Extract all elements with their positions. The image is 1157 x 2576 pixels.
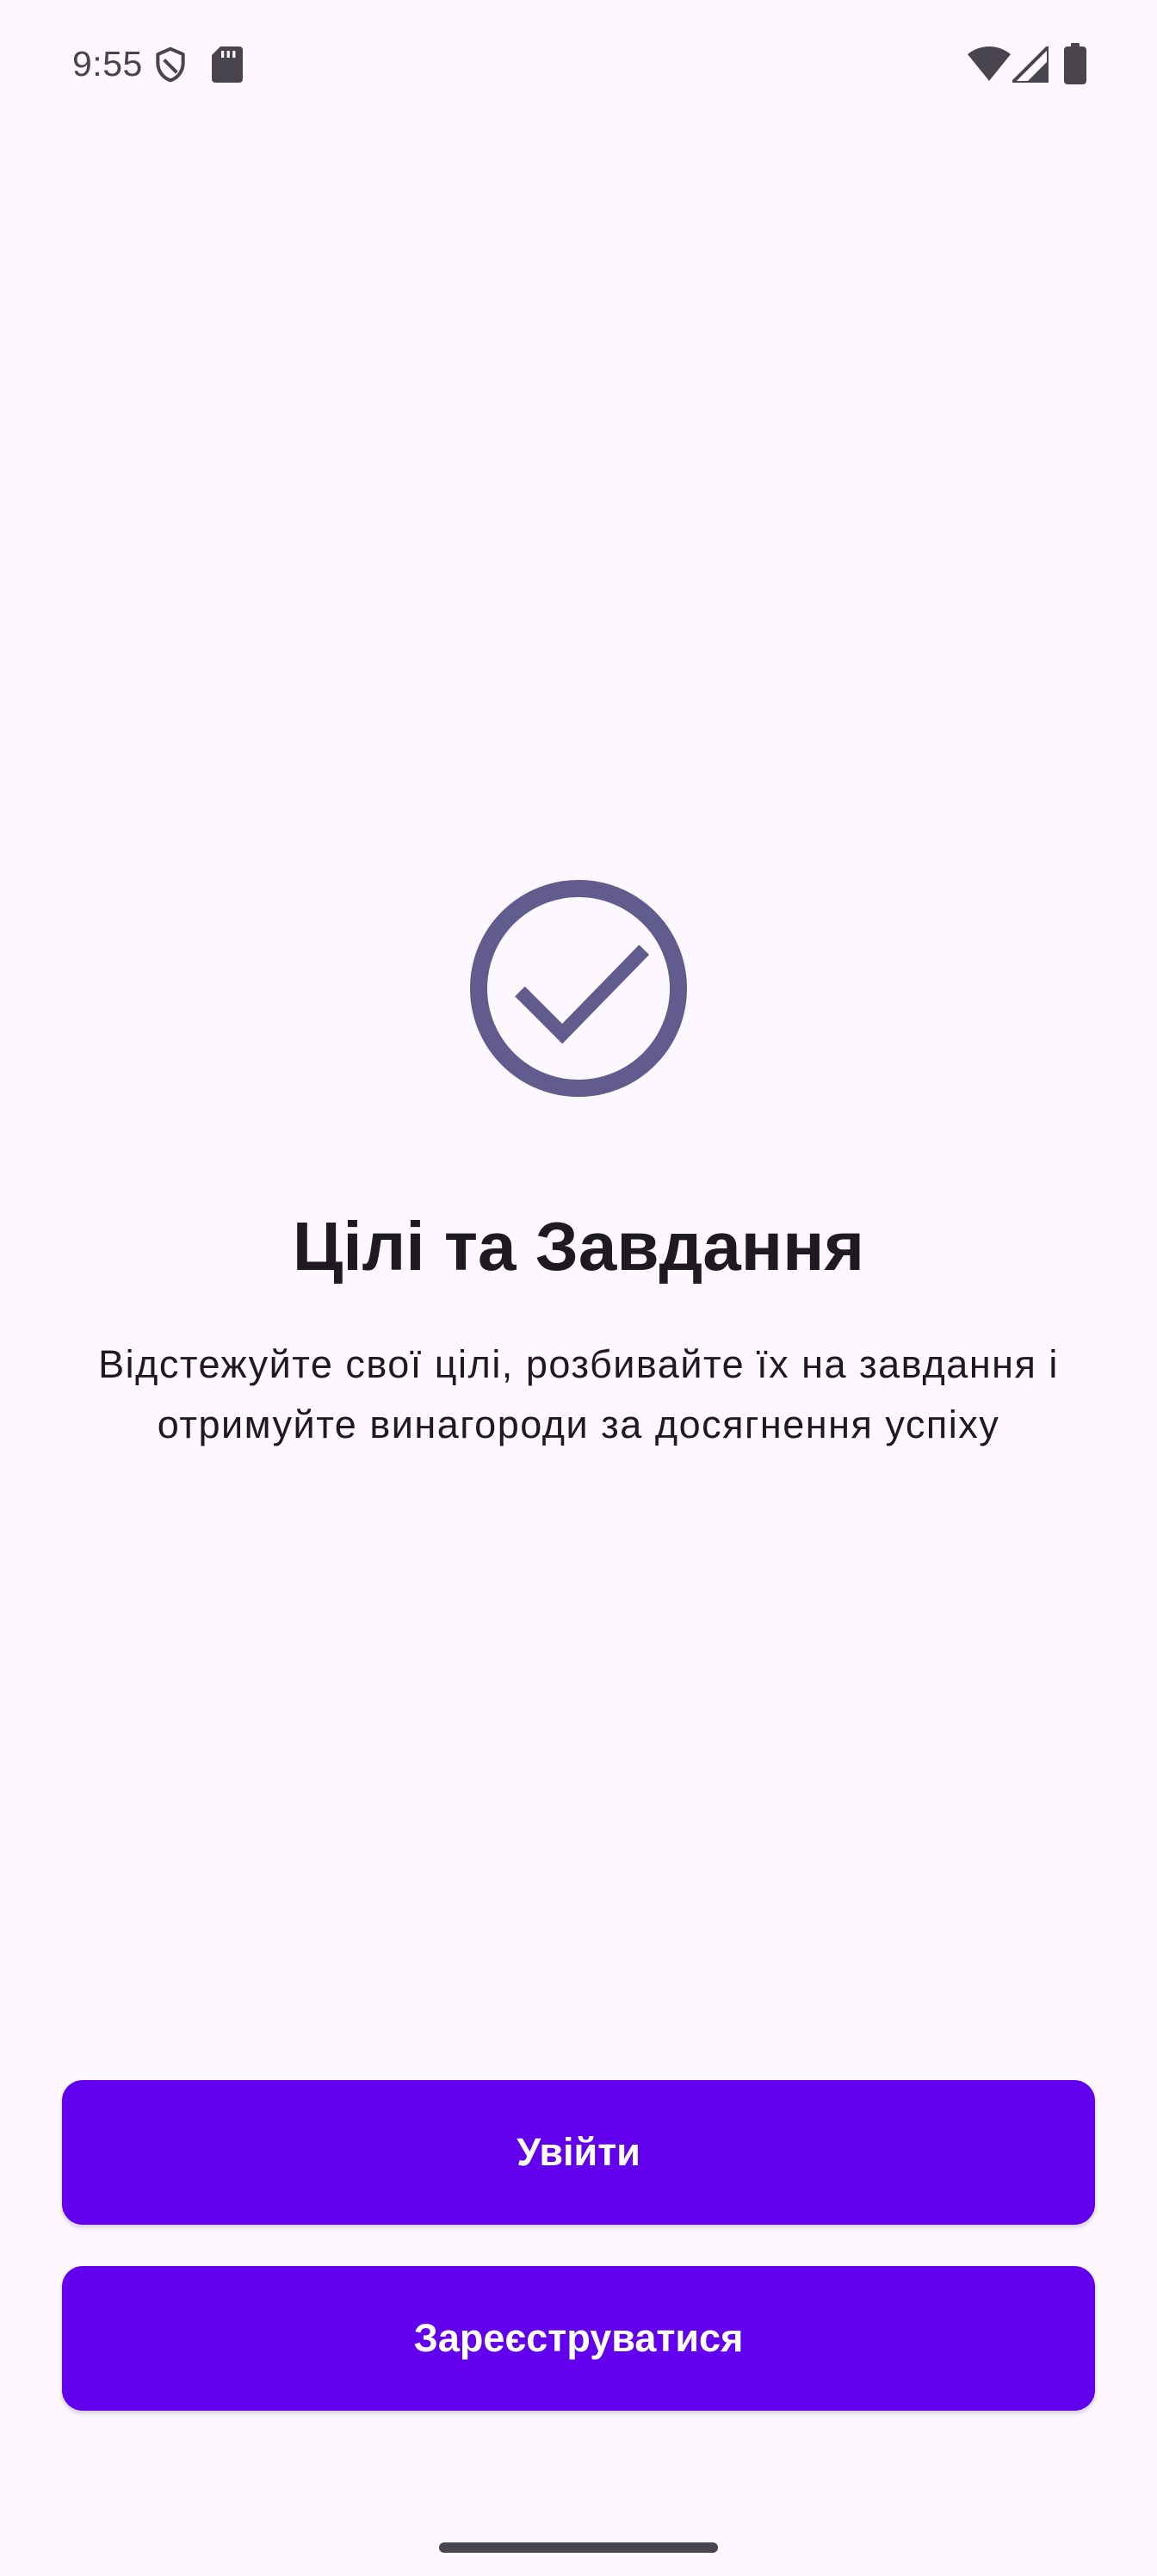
check-circle-icon (470, 880, 687, 1097)
app-tagline: Відстежуйте свої цілі, розбивайте їх на … (52, 1334, 1105, 1455)
register-button[interactable]: Зареєструватися (62, 2266, 1095, 2411)
cell-signal-icon (1012, 46, 1049, 83)
status-time: 9:55 (72, 44, 143, 84)
wifi-icon (968, 46, 1011, 81)
shield-icon (156, 46, 185, 83)
tagline-line-1: Відстежуйте свої цілі, розбивайте їх на … (98, 1342, 1059, 1386)
app-title: Цілі та Завдання (292, 1208, 865, 1285)
sdcard-icon (212, 46, 243, 83)
status-bar: 9:55 (0, 0, 1157, 129)
gesture-navigation-handle[interactable] (439, 2542, 718, 2553)
battery-icon (1064, 43, 1086, 84)
login-button[interactable]: Увійти (62, 2080, 1095, 2225)
tagline-line-2: отримуйте винагороди за досягнення успіх… (157, 1403, 1000, 1446)
